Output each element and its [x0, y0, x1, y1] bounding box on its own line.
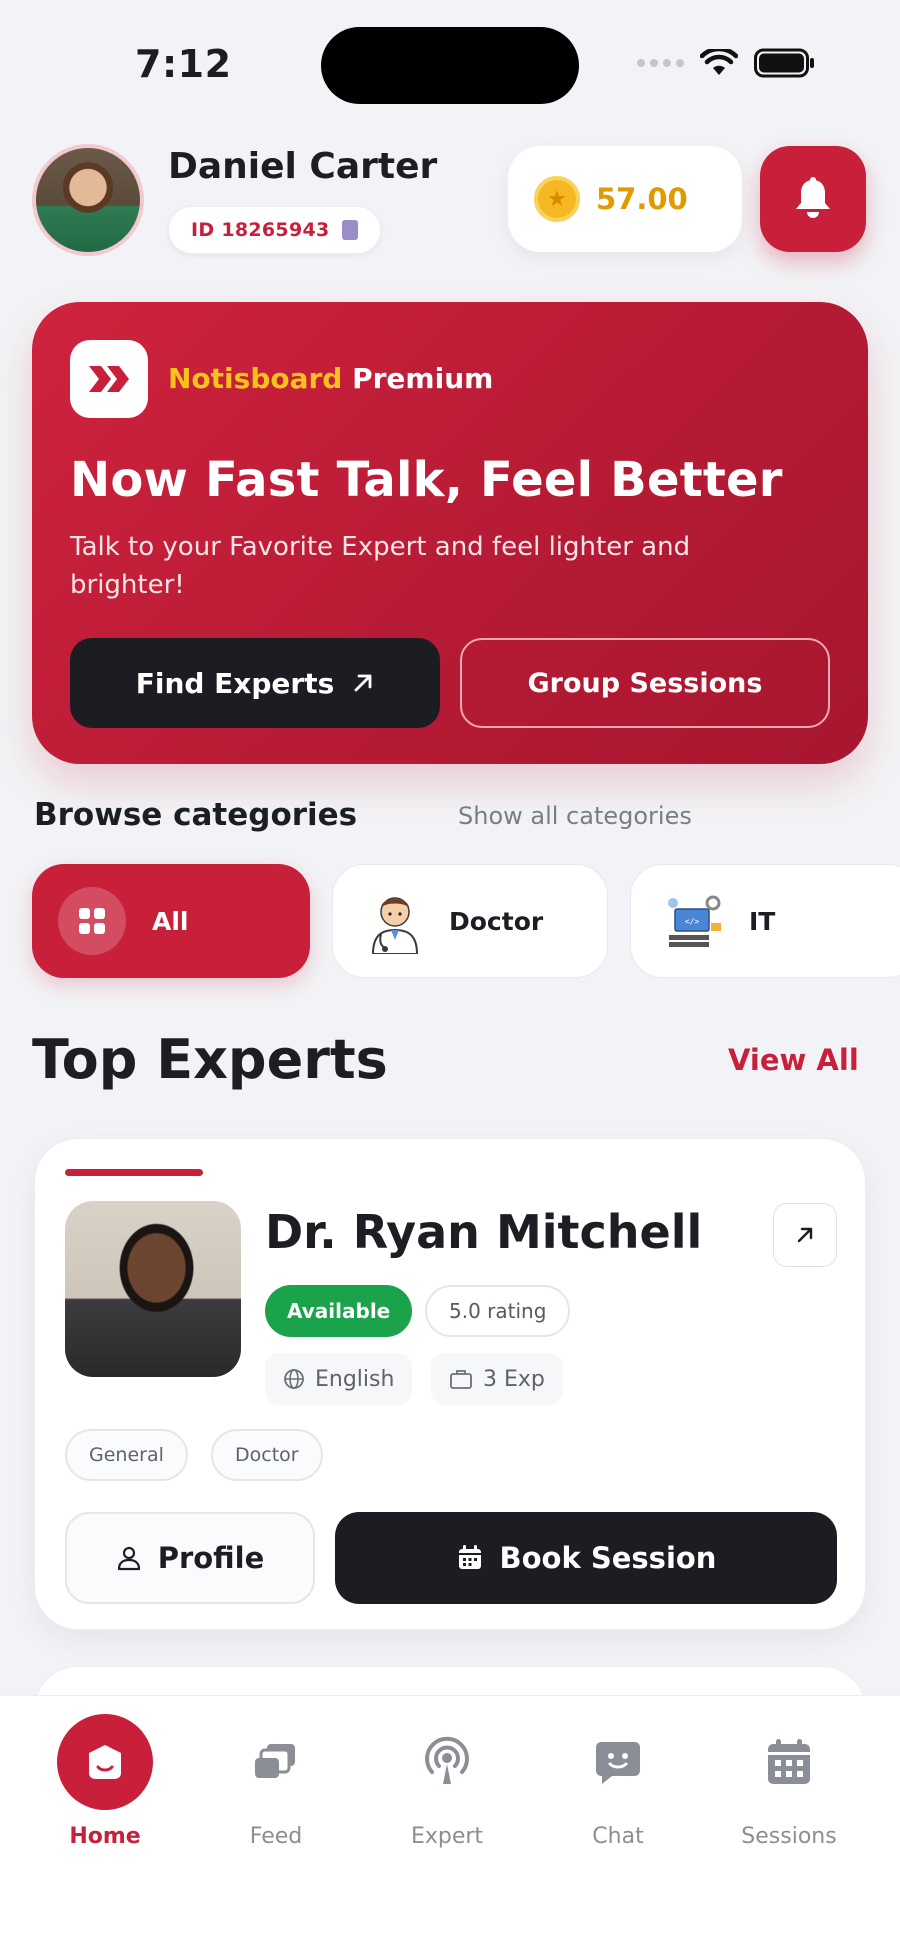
wifi-icon	[700, 49, 738, 75]
find-experts-button[interactable]: Find Experts	[70, 638, 440, 728]
dynamic-island	[321, 27, 579, 104]
coin-balance[interactable]: ★ 57.00	[508, 146, 742, 252]
category-label: All	[152, 906, 189, 936]
group-sessions-label: Group Sessions	[527, 667, 763, 699]
experience-chip: 3 Exp	[431, 1353, 563, 1405]
category-doctor[interactable]: Doctor	[332, 864, 608, 978]
feed-icon	[228, 1714, 324, 1810]
calendar-icon	[458, 1545, 481, 1569]
svg-text:</>: </>	[685, 917, 700, 926]
view-all-link[interactable]: View All	[728, 1043, 859, 1077]
user-id-pill[interactable]: ID 18265943	[168, 206, 381, 254]
calendar-icon	[741, 1714, 837, 1810]
brand-logo-icon	[70, 340, 148, 418]
open-expert-button[interactable]	[773, 1203, 837, 1267]
profile-button[interactable]: Profile	[65, 1512, 315, 1604]
category-all[interactable]: All	[32, 864, 310, 978]
broadcast-icon	[399, 1714, 495, 1810]
experience-text: 3 Exp	[483, 1366, 545, 1392]
brand-name-premium: Premium	[352, 362, 494, 395]
user-name: Daniel Carter	[168, 146, 438, 187]
chat-icon	[570, 1714, 666, 1810]
expert-name: Dr. Ryan Mitchell	[265, 1205, 703, 1259]
arrow-up-right-icon	[354, 674, 372, 692]
book-session-label: Book Session	[499, 1541, 717, 1575]
signal-dots-icon	[637, 59, 684, 67]
hero-title: Now Fast Talk, Feel Better	[70, 452, 783, 508]
globe-icon	[284, 1369, 304, 1389]
user-avatar[interactable]	[32, 144, 144, 256]
status-bar: 7:12	[0, 0, 900, 130]
expert-photo[interactable]	[65, 1201, 241, 1377]
status-icons	[637, 48, 816, 78]
nav-feed[interactable]: Feed	[201, 1696, 351, 1849]
nav-expert[interactable]: Expert	[372, 1696, 522, 1849]
doctor-icon	[371, 897, 419, 954]
profile-label: Profile	[157, 1541, 265, 1575]
nav-label: Expert	[410, 1824, 484, 1849]
status-time: 7:12	[135, 42, 232, 86]
tag-chip[interactable]: Doctor	[211, 1429, 323, 1481]
show-all-categories-link[interactable]: Show all categories	[458, 802, 692, 830]
language-text: English	[315, 1366, 395, 1392]
battery-icon	[754, 48, 814, 78]
arrow-up-right-icon	[797, 1227, 813, 1243]
brand-name: Notisboard Premium	[168, 362, 493, 395]
card-accent-bar	[65, 1169, 203, 1176]
category-label: IT	[749, 906, 776, 936]
availability-badge: Available	[265, 1285, 413, 1337]
person-icon	[117, 1546, 140, 1571]
language-chip: English	[265, 1353, 413, 1405]
notifications-button[interactable]	[760, 146, 866, 252]
nav-label: Home	[69, 1824, 141, 1849]
category-it[interactable]: </> IT	[630, 864, 900, 978]
briefcase-icon	[450, 1370, 472, 1389]
top-experts-title: Top Experts	[32, 1028, 388, 1091]
expert-card: Dr. Ryan Mitchell Available 5.0 rating E…	[34, 1138, 866, 1630]
coin-value: 57.00	[596, 182, 688, 216]
category-label: Doctor	[449, 906, 544, 936]
brand-name-primary: Notisboard	[168, 362, 343, 395]
rating-badge: 5.0 rating	[425, 1285, 571, 1337]
premium-banner: Notisboard Premium Now Fast Talk, Feel B…	[32, 302, 868, 764]
nav-home[interactable]: Home	[30, 1696, 180, 1849]
user-id-text: ID 18265943	[191, 219, 330, 241]
nav-label: Feed	[249, 1824, 303, 1849]
copy-icon[interactable]	[341, 220, 358, 240]
nav-label: Chat	[592, 1824, 644, 1849]
coin-star-icon: ★	[534, 176, 580, 222]
bell-icon	[796, 177, 830, 218]
find-experts-label: Find Experts	[135, 666, 335, 700]
bottom-nav: Home Feed Expert Chat Sessions	[0, 1695, 900, 1955]
tag-chip[interactable]: General	[65, 1429, 188, 1481]
nav-sessions[interactable]: Sessions	[714, 1696, 864, 1849]
book-session-button[interactable]: Book Session	[335, 1512, 837, 1604]
home-icon	[57, 1714, 153, 1810]
it-icon: </>	[668, 895, 721, 947]
hero-subtitle: Talk to your Favorite Expert and feel li…	[70, 532, 691, 600]
grid-icon	[58, 887, 126, 955]
browse-categories-title: Browse categories	[34, 797, 358, 833]
nav-label: Sessions	[741, 1824, 837, 1849]
group-sessions-button[interactable]: Group Sessions	[460, 638, 830, 728]
nav-chat[interactable]: Chat	[543, 1696, 693, 1849]
